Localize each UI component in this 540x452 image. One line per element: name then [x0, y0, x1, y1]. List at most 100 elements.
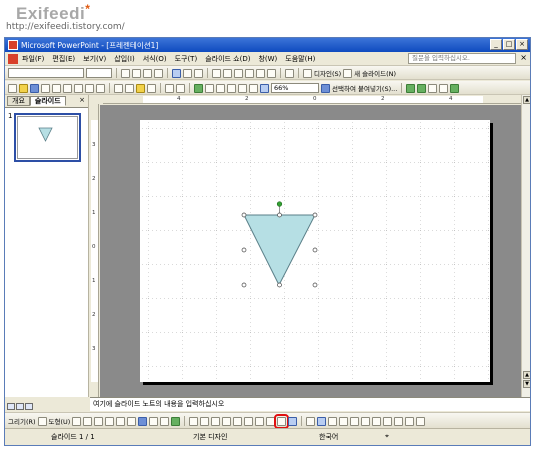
insert-table-icon[interactable] — [205, 83, 214, 93]
format-painter-icon[interactable] — [147, 83, 156, 93]
paste-icon[interactable] — [136, 83, 145, 93]
align-icon[interactable] — [328, 416, 338, 426]
toolbar-extra-5-icon[interactable] — [450, 83, 460, 93]
align-center-icon[interactable] — [183, 68, 192, 78]
tab-outline[interactable]: 개요 — [7, 96, 30, 106]
design-button[interactable]: 디자인(S) — [314, 68, 341, 78]
oval-icon[interactable] — [105, 416, 115, 426]
insert-hyperlink-icon[interactable] — [227, 83, 236, 93]
bring-front-icon[interactable] — [372, 416, 382, 426]
show-grid-icon[interactable] — [260, 83, 269, 93]
clipart-icon[interactable] — [160, 416, 170, 426]
tables-borders-icon[interactable] — [216, 83, 225, 93]
normal-view-icon[interactable] — [7, 403, 15, 410]
zoom-combo[interactable]: 66% — [271, 83, 319, 93]
redo-icon[interactable] — [176, 83, 185, 93]
open-icon[interactable] — [19, 83, 28, 93]
bullets-icon[interactable] — [223, 68, 232, 78]
new-icon[interactable] — [8, 83, 17, 93]
notes-pane[interactable]: 여기에 슬라이드 노트의 내용을 입력하십시오 — [90, 397, 530, 411]
save-icon[interactable] — [30, 83, 39, 93]
slide-canvas[interactable] — [140, 120, 490, 382]
rotate-handle[interactable] — [276, 201, 283, 207]
document-icon[interactable] — [8, 54, 18, 64]
font-color-icon[interactable] — [285, 68, 294, 78]
shadow-style-icon[interactable] — [255, 416, 265, 426]
menu-insert[interactable]: 삽입(I) — [114, 54, 134, 64]
new-slide-button[interactable]: 새 슬라이드(N) — [354, 68, 396, 78]
flip-icon[interactable] — [416, 416, 426, 426]
copy-icon[interactable] — [125, 83, 134, 93]
distribute-icon[interactable] — [339, 416, 349, 426]
help-search-input[interactable]: 질문을 입력하십시오. — [408, 53, 516, 64]
menu-view[interactable]: 보기(V) — [83, 54, 106, 64]
new-slide-icon[interactable] — [343, 68, 353, 78]
paste-special-button[interactable]: 선택하여 붙여넣기(S)... — [332, 83, 397, 93]
select-objects-icon[interactable] — [37, 416, 47, 426]
edit-points-icon[interactable] — [274, 413, 290, 429]
numbering-icon[interactable] — [212, 68, 221, 78]
align-left-icon[interactable] — [172, 68, 181, 78]
insert-picture-icon[interactable] — [171, 416, 181, 426]
expand-all-icon[interactable] — [238, 83, 247, 93]
toolbar-extra-3-icon[interactable] — [428, 83, 438, 93]
toolbar-option-icon[interactable] — [288, 416, 298, 426]
menu-slideshow[interactable]: 슬라이드 쇼(D) — [205, 54, 250, 64]
slide-sorter-view-icon[interactable] — [16, 403, 24, 410]
rotate-left-icon[interactable] — [394, 416, 404, 426]
text-color-icon[interactable] — [211, 416, 221, 426]
email-icon[interactable] — [52, 83, 61, 93]
font-combo[interactable] — [8, 68, 84, 78]
print-preview-icon[interactable] — [74, 83, 83, 93]
print-icon[interactable] — [63, 83, 72, 93]
insert-chart-icon[interactable] — [194, 83, 203, 93]
line-color-icon[interactable] — [200, 416, 210, 426]
tab-slides[interactable]: 슬라이드 — [29, 96, 66, 106]
bold-icon[interactable] — [121, 68, 130, 78]
ungroup-icon[interactable] — [361, 416, 371, 426]
previous-slide-icon[interactable]: ▲ — [523, 371, 530, 379]
menu-format[interactable]: 서식(O) — [143, 54, 167, 64]
rotate-right-icon[interactable] — [405, 416, 415, 426]
snap-icon[interactable] — [317, 416, 327, 426]
help-icon[interactable] — [321, 83, 330, 93]
dash-style-icon[interactable] — [233, 416, 243, 426]
group-icon[interactable] — [350, 416, 360, 426]
research-icon[interactable] — [96, 83, 105, 93]
decrease-font-icon[interactable] — [245, 68, 254, 78]
font-size-combo[interactable] — [86, 68, 112, 78]
grid-guides-icon[interactable] — [306, 416, 316, 426]
line-icon[interactable] — [72, 416, 82, 426]
arrow-icon[interactable] — [83, 416, 93, 426]
textbox-icon[interactable] — [116, 416, 126, 426]
cut-icon[interactable] — [114, 83, 123, 93]
undo-icon[interactable] — [165, 83, 174, 93]
slideshow-view-icon[interactable] — [25, 403, 33, 410]
italic-icon[interactable] — [132, 68, 141, 78]
toolbar-extra-2-icon[interactable] — [417, 83, 427, 93]
shadow-icon[interactable] — [154, 68, 163, 78]
close-button[interactable]: × — [516, 39, 528, 50]
menu-edit[interactable]: 편집(E) — [52, 54, 75, 64]
3d-style-icon[interactable] — [266, 416, 276, 426]
increase-indent-icon[interactable] — [267, 68, 276, 78]
toolbar-extra-1-icon[interactable] — [406, 83, 416, 93]
design-icon[interactable] — [303, 68, 312, 78]
menu-window[interactable]: 창(W) — [258, 54, 277, 64]
permission-icon[interactable] — [41, 83, 50, 93]
maximize-button[interactable]: □ — [503, 39, 515, 50]
vertical-scrollbar[interactable]: ▲ ▲ ▼ — [521, 95, 530, 397]
spelling-icon[interactable] — [85, 83, 94, 93]
arrow-style-icon[interactable] — [244, 416, 254, 426]
increase-font-icon[interactable] — [234, 68, 243, 78]
draw-menu-button[interactable]: 그리기(R) — [8, 416, 36, 426]
underline-icon[interactable] — [143, 68, 152, 78]
next-slide-icon[interactable]: ▼ — [523, 380, 530, 388]
fill-color-icon[interactable] — [189, 416, 199, 426]
document-close-icon[interactable]: × — [520, 53, 527, 62]
wordart-icon[interactable] — [138, 416, 148, 426]
toolbar-extra-4-icon[interactable] — [439, 83, 449, 93]
menu-file[interactable]: 파일(F) — [22, 54, 44, 64]
menu-tools[interactable]: 도구(T) — [175, 54, 198, 64]
autoshapes-button[interactable]: 도형(U) — [49, 416, 71, 426]
